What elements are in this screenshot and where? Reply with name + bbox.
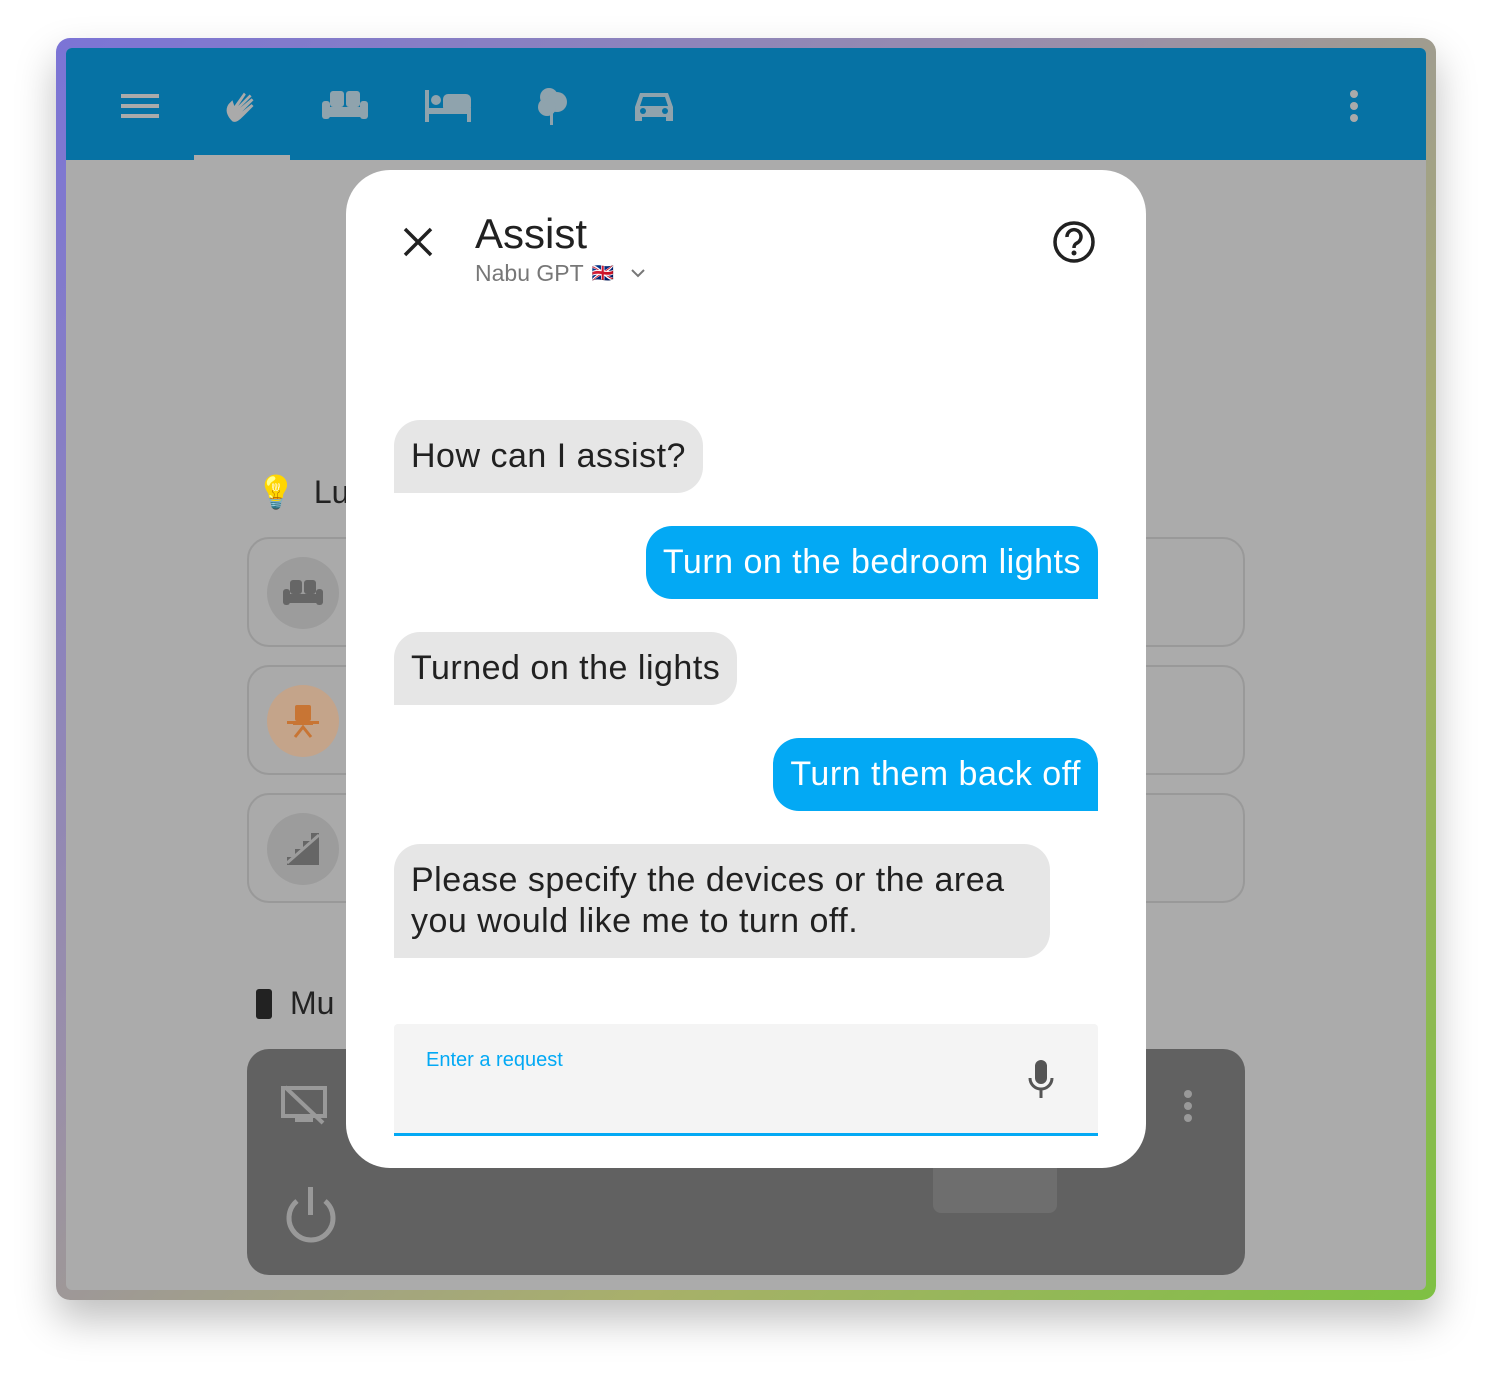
top-app-bar bbox=[66, 48, 1426, 160]
active-tab-indicator bbox=[194, 155, 290, 160]
more-vert-icon[interactable] bbox=[1330, 84, 1378, 128]
dialog-title: Assist bbox=[475, 210, 588, 257]
close-icon[interactable] bbox=[402, 226, 434, 263]
sofa-icon[interactable] bbox=[321, 84, 369, 128]
section-lights: 💡 Lu bbox=[256, 473, 350, 511]
chevron-down-icon bbox=[631, 268, 645, 277]
menu-icon[interactable] bbox=[116, 84, 164, 128]
bed-icon[interactable] bbox=[424, 84, 472, 128]
help-icon[interactable] bbox=[1052, 220, 1096, 269]
user-message: Turn on the bedroom lights bbox=[645, 526, 1098, 599]
remote-icon bbox=[256, 988, 272, 1019]
more-vert-icon[interactable] bbox=[1183, 1089, 1193, 1128]
assistant-message: Please specify the devices or the area y… bbox=[394, 844, 1050, 958]
request-input[interactable]: Enter a request bbox=[394, 1024, 1098, 1136]
desk-chair-icon bbox=[267, 685, 339, 757]
user-message: Turn them back off bbox=[773, 738, 1098, 811]
assistant-message: How can I assist? bbox=[394, 420, 703, 493]
sofa-icon bbox=[267, 557, 339, 629]
section-media: Mu bbox=[256, 985, 334, 1022]
microphone-icon[interactable] bbox=[1026, 1058, 1056, 1105]
hand-wave-icon[interactable] bbox=[218, 84, 266, 128]
assist-dialog: Assist Nabu GPT 🇬🇧 How can I assist? Turn… bbox=[346, 170, 1146, 1168]
stairs-icon bbox=[267, 813, 339, 885]
input-label: Enter a request bbox=[426, 1049, 563, 1071]
agent-selector[interactable]: Nabu GPT 🇬🇧 bbox=[475, 260, 652, 287]
uk-flag-icon: 🇬🇧 bbox=[591, 263, 615, 283]
lightbulb-icon: 💡 bbox=[256, 474, 296, 510]
tree-icon[interactable] bbox=[528, 84, 576, 128]
car-icon[interactable] bbox=[630, 84, 678, 128]
tv-off-icon[interactable] bbox=[281, 1085, 327, 1130]
power-icon[interactable] bbox=[283, 1185, 339, 1250]
media-art bbox=[933, 1167, 1057, 1213]
assistant-message: Turned on the lights bbox=[394, 632, 738, 705]
